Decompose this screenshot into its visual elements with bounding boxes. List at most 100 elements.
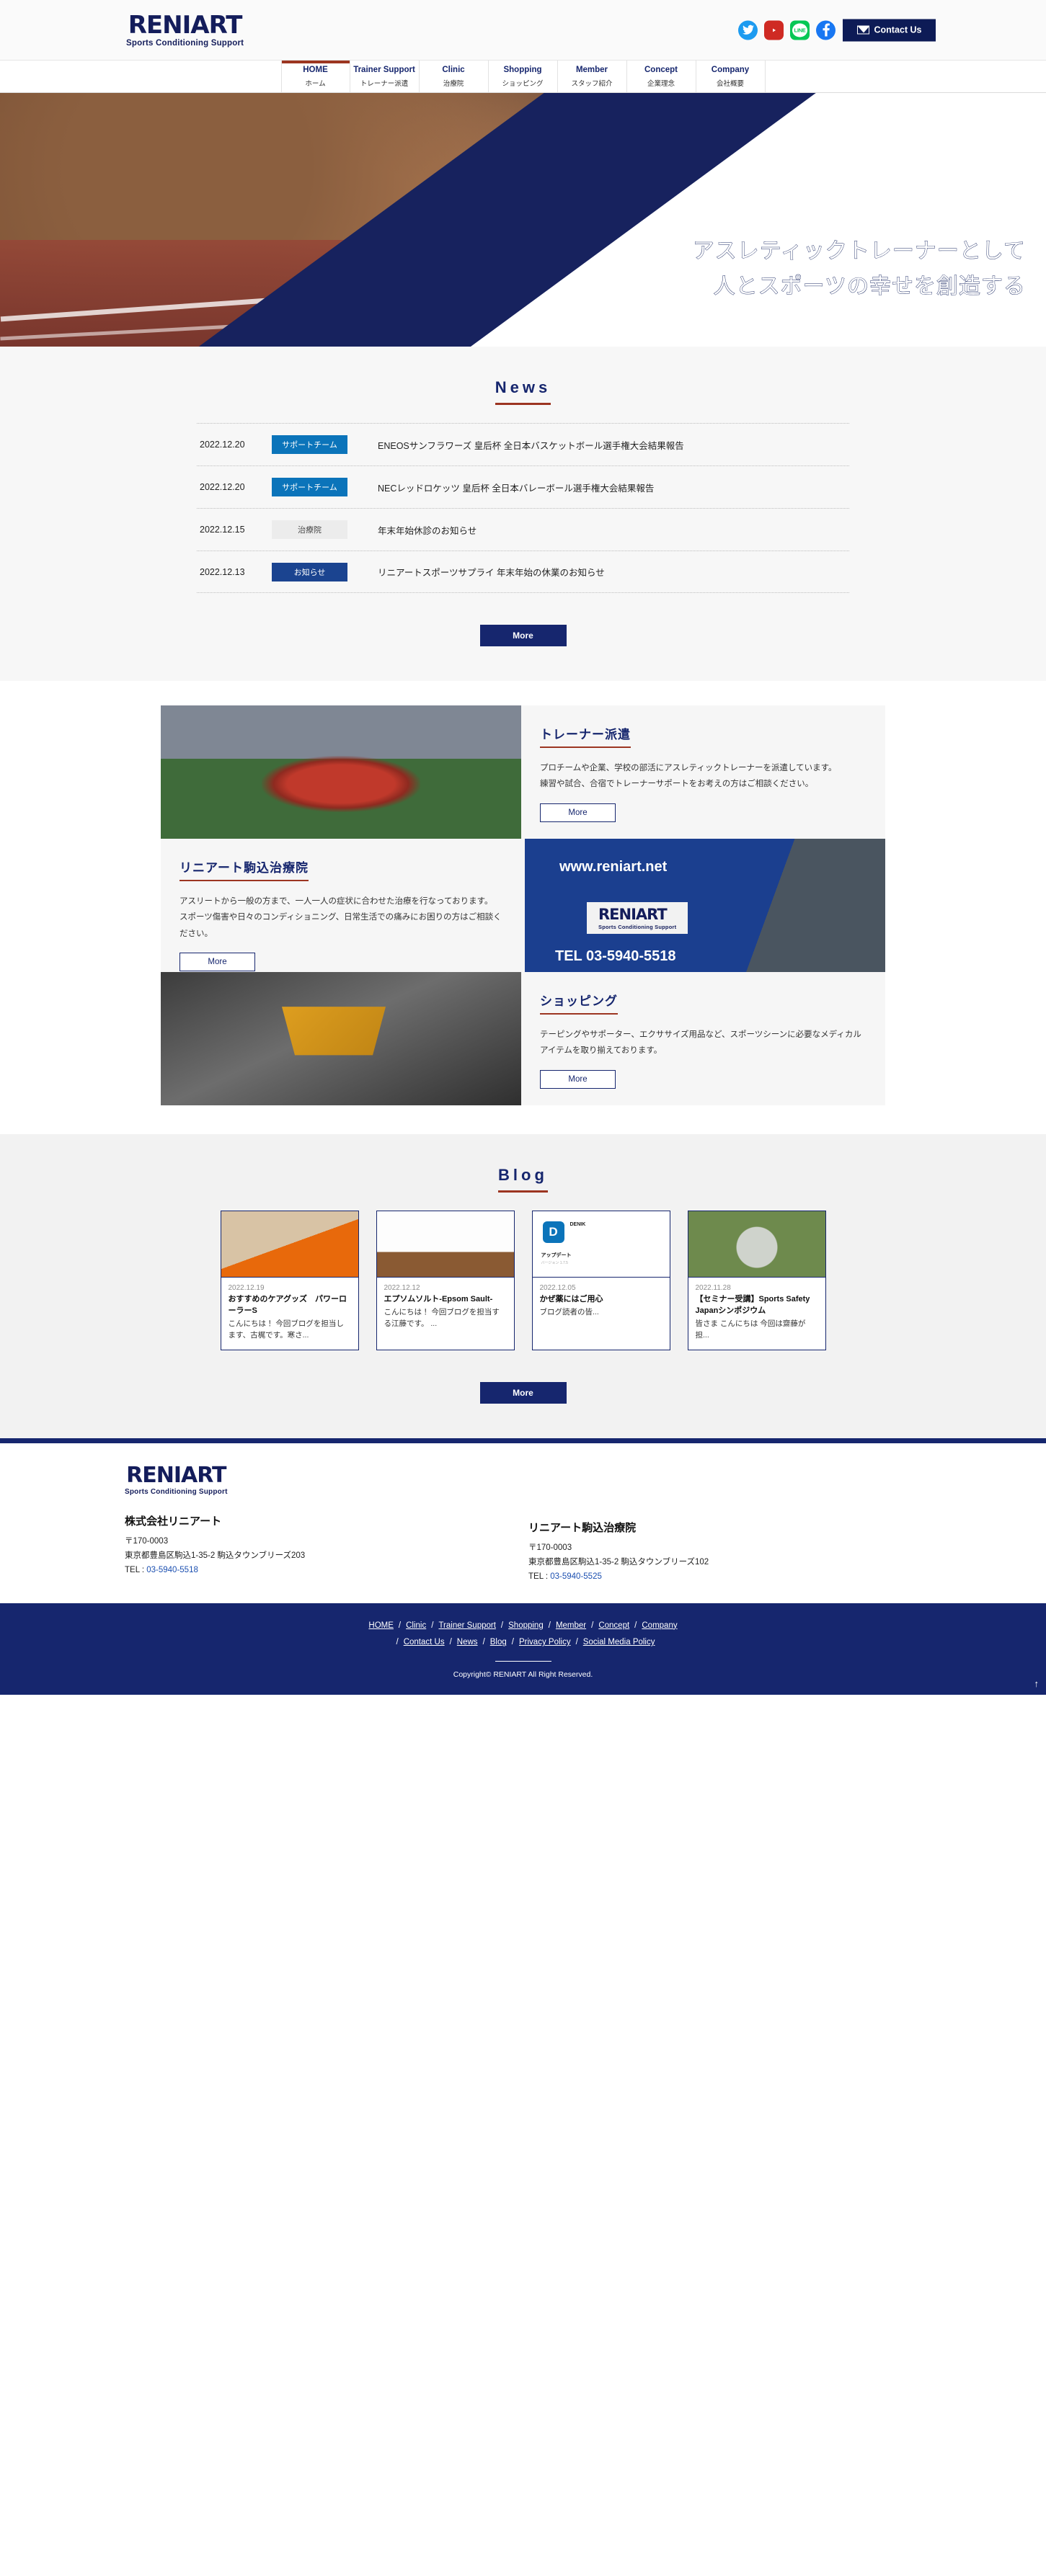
logo-tagline: Sports Conditioning Support [126,38,244,48]
blog-card[interactable]: 2022.12.19 おすすめのケアグッズ パワーローラーS こんにちは！ 今回… [220,1211,359,1351]
footer-separator: / [575,1638,578,1647]
nav-item-clinic[interactable]: Clinic 治療院 [419,61,489,92]
blog-card[interactable]: 2022.11.28 【セミナー受講】Sports Safety Japanシン… [687,1211,826,1351]
blog-card[interactable]: 2022.12.12 エプソムソルト-Epsom Sault- こんにちは！ 今… [376,1211,515,1351]
footer-link-company[interactable]: Company [642,1621,677,1630]
news-row[interactable]: 2022.12.15 治療院 年末年始休診のお知らせ [197,508,849,551]
news-heading: News [125,378,921,405]
facebook-icon[interactable] [816,20,836,40]
footer-link-member[interactable]: Member [556,1621,586,1630]
service-text-block: リニアート駒込治療院 アスリートから一般の方まで、一人一人の症状に合わせた治療を… [161,839,525,972]
service-more-button[interactable]: More [540,803,616,822]
blog-title: おすすめのケアグッズ パワーローラーS [228,1295,347,1315]
blog-section: Blog 2022.12.19 おすすめのケアグッズ パワーローラーS こんにち… [0,1134,1046,1439]
line-icon[interactable]: LINE [790,20,810,40]
service-text-block: ショッピング テーピングやサポーター、エクササイズ用品など、スポーツシーンに必要… [521,972,885,1105]
footer-company-tel: TEL : 03-5940-5518 [125,1564,528,1578]
clinic-photo-logo-tagline: Sports Conditioning Support [598,924,677,930]
blog-date: 2022.12.19 [228,1284,265,1292]
clinic-photo-url-text: www.reniart.net [559,859,668,875]
footer-link-trainer-support[interactable]: Trainer Support [438,1621,495,1630]
footer-link-home[interactable]: HOME [368,1621,394,1630]
nav-item-trainer-support[interactable]: Trainer Support トレーナー派遣 [350,61,420,92]
footer-company-name: 株式会社リニアート [125,1515,222,1528]
service-block-shopping: ショッピング テーピングやサポーター、エクササイズ用品など、スポーツシーンに必要… [161,972,885,1105]
hero-logo-wordmark: RENIART [904,292,1022,321]
blog-excerpt: ブログ読者の皆... [539,1307,599,1316]
service-more-button[interactable]: More [540,1069,616,1089]
footer-company-column: RENIART Sports Conditioning Support 株式会社… [125,1465,528,1584]
news-title: NECレッドロケッツ 皇后杯 全日本バレーボール選手権大会結果報告 [378,483,655,494]
logo-wordmark: RENIART [128,10,243,40]
nav-label-jp: ショッピング [502,79,544,88]
service-block-trainer-support: トレーナー派遣 プロチームや企業、学校の部活にアスレティックトレーナーを派遣して… [161,705,885,839]
service-more-button[interactable]: More [179,953,255,972]
footer-clinic-tel-label: TEL : [528,1572,551,1581]
epsom-salt-photo [376,1211,514,1278]
contact-us-label: Contact Us [874,24,922,35]
footer-link-blog[interactable]: Blog [490,1638,507,1646]
blog-excerpt: 皆さま こんにちは 今回は齋藤が担... [695,1319,806,1340]
news-row[interactable]: 2022.12.20 サポートチーム ENEOSサンフラワーズ 皇后杯 全日本バ… [197,423,849,465]
nav-item-company[interactable]: Company 会社概要 [696,61,766,92]
youtube-icon[interactable] [764,20,784,40]
footer-clinic-tel-link[interactable]: 03-5940-5525 [550,1572,602,1581]
twitter-icon[interactable] [738,20,758,40]
footer-link-contact-us[interactable]: Contact Us [404,1638,445,1646]
footer-links-row-1: HOME / Clinic / Trainer Support / Shopping / Mem… [368,1621,677,1630]
blog-heading: Blog [125,1166,921,1193]
news-date: 2022.12.20 [200,440,245,450]
footer-separator: / [449,1638,452,1647]
footer-company-tel-link[interactable]: 03-5940-5518 [146,1566,198,1574]
back-to-top-icon[interactable]: ↑ [1034,1678,1040,1689]
footer-company-tel-label: TEL : [125,1565,147,1574]
hero-banner: アスレティックトレーナーとして 人とスポーツの幸せを創造する RENIART S… [0,93,1046,347]
blog-card-grid: 2022.12.19 おすすめのケアグッズ パワーローラーS こんにちは！ 今回… [220,1211,826,1351]
envelope-icon [856,25,869,35]
footer-link-clinic[interactable]: Clinic [406,1621,426,1630]
nav-item-concept[interactable]: Concept 企業理念 [626,61,696,92]
service-heading: ショッピング [540,991,618,1015]
footer-logo[interactable]: RENIART Sports Conditioning Support [125,1463,228,1497]
blog-date: 2022.11.28 [695,1284,731,1292]
hero-logo-tagline: Sports Conditioning Support [903,321,1021,329]
footer-separator: / [634,1621,637,1630]
footer-link-privacy-policy[interactable]: Privacy Policy [519,1638,571,1646]
footer-link-shopping[interactable]: Shopping [508,1621,544,1630]
contact-us-button[interactable]: Contact Us [843,19,936,41]
footer-clinic-postal: 〒170-0003 [528,1543,572,1553]
nav-label-en: Trainer Support [353,66,415,75]
blog-date: 2022.12.12 [384,1284,420,1292]
news-row[interactable]: 2022.12.13 お知らせ リニアートスポーツサプライ 年末年始の休業のお知… [197,551,849,593]
blog-title: かぜ薬にはご用心 [539,1295,603,1303]
footer-link-concept[interactable]: Concept [598,1621,629,1630]
nav-label-en: Shopping [503,66,542,75]
footer-logo-wordmark: RENIART [126,1463,226,1489]
news-row[interactable]: 2022.12.20 サポートチーム NECレッドロケッツ 皇后杯 全日本バレー… [197,465,849,508]
news-date: 2022.12.13 [200,566,245,577]
footer-info: RENIART Sports Conditioning Support 株式会社… [0,1438,1046,1603]
hero-headline-line-1: アスレティックトレーナーとして [692,239,1026,264]
service-heading: トレーナー派遣 [540,724,631,748]
footer-link-news[interactable]: News [457,1638,478,1646]
nav-item-home[interactable]: HOME ホーム [280,61,350,92]
news-more-button[interactable]: More [479,625,567,646]
blog-card[interactable]: D DENIK アップデート バージョン 1.7.5 2022.12.05 かぜ… [531,1211,670,1351]
nav-label-en: Company [711,66,750,75]
news-title: 年末年始休診のお知らせ [378,525,477,536]
site-logo[interactable]: RENIART Sports Conditioning Support [126,13,244,48]
news-category-badge: サポートチーム [272,478,347,496]
footer-link-social-media-policy[interactable]: Social Media Policy [583,1638,655,1646]
news-section: News 2022.12.20 サポートチーム ENEOSサンフラワーズ 皇后杯… [0,347,1046,681]
footer-company-address: 東京都豊島区駒込1-35-2 駒込タウンブリーズ203 [125,1551,306,1561]
footer-separator: / [396,1638,399,1647]
blog-more-button[interactable]: More [479,1382,567,1404]
service-description: プロチームや企業、学校の部活にアスレティックトレーナーを派遣しています。 練習や… [540,764,837,789]
footer-clinic-address: 東京都豊島区駒込1-35-2 駒込タウンブリーズ102 [528,1558,709,1567]
nav-item-member[interactable]: Member スタッフ紹介 [557,61,627,92]
nav-item-shopping[interactable]: Shopping ショッピング [488,61,558,92]
nav-label-jp: スタッフ紹介 [571,79,613,88]
blog-date: 2022.12.05 [539,1284,576,1292]
nav-label-jp: 企業理念 [647,79,675,88]
blog-excerpt: こんにちは！ 今回ブログを担当する江藤です。 ... [384,1307,500,1328]
